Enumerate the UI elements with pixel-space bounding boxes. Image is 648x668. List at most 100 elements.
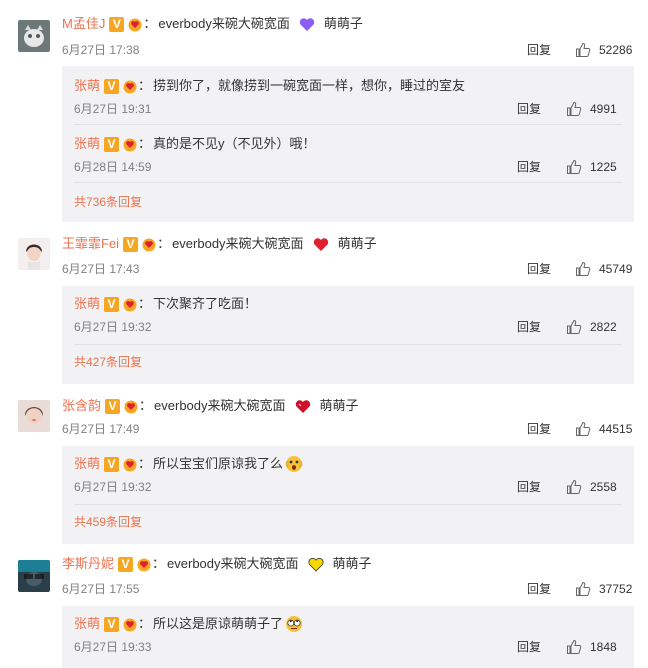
username-link[interactable]: 张含韵	[62, 396, 101, 416]
comment-text-line: 张含韵 V ： everbody来碗大碗宽面 萌萌子	[62, 396, 359, 416]
username-link[interactable]: 张萌	[74, 294, 100, 314]
reply-button[interactable]: 回复	[517, 158, 541, 176]
reply-text-line: 张萌 V ： 所以宝宝们原谅我了么	[74, 454, 303, 474]
reply-button[interactable]: 回复	[517, 100, 541, 118]
reply-content: 所以宝宝们原谅我了么	[153, 456, 284, 471]
comment-text-line: M孟佳J V ： everbody来碗大碗宽面 萌萌子	[62, 14, 363, 34]
more-replies-link[interactable]: 共459条回复	[74, 512, 142, 532]
reply-text-line: 张萌 V ： 捞到你了，就像捞到一碗宽面一样，想你，睡过的室友	[74, 76, 465, 96]
username-link[interactable]: 张萌	[74, 614, 100, 634]
like-button[interactable]: 37752	[575, 580, 632, 598]
reply-list: 张萌 V ： 所以这是原谅萌萌子了 6月27日 19:33 回复 1848	[62, 606, 634, 668]
like-button[interactable]: 2558	[566, 478, 617, 496]
colon: ：	[138, 296, 152, 311]
thumb-up-icon	[567, 159, 582, 174]
reply-content: 真的是不见y（不见外）哦！	[153, 136, 316, 151]
reply-content: 所以这是原谅萌萌子了	[153, 616, 284, 631]
like-count: 37752	[599, 582, 633, 596]
like-count: 45749	[599, 262, 633, 276]
reply-button[interactable]: 回复	[517, 638, 541, 656]
vip-badge-icon: V	[123, 236, 139, 252]
reply-text-line: 张萌 V ： 所以这是原谅萌萌子了	[74, 614, 303, 634]
comment-time: 6月27日 17:55	[62, 582, 140, 596]
reply-list: 张萌 V ： 所以宝宝们原谅我了么 6月27日 19:32 回复 2558 共4…	[62, 446, 634, 544]
reply-button[interactable]: 回复	[527, 420, 551, 438]
username-link[interactable]: 王霏霏Fei	[62, 234, 119, 254]
reply-time: 6月27日 19:32	[74, 480, 152, 494]
comment-text-line: 李斯丹妮 V ： everbody来碗大碗宽面 萌萌子	[62, 554, 372, 574]
username-link[interactable]: 张萌	[74, 76, 100, 96]
shocked-face-emoji-icon	[285, 456, 303, 472]
comment-text-line: 王霏霏Fei V ： everbody来碗大碗宽面 萌萌子	[62, 234, 377, 254]
reply-button[interactable]: 回复	[527, 580, 551, 598]
like-count: 2822	[590, 320, 617, 334]
heart-label: 萌萌子	[332, 556, 372, 571]
like-button[interactable]: 1848	[566, 638, 617, 656]
fan-badge-icon	[123, 458, 137, 471]
thumb-up-icon	[567, 101, 582, 116]
heart-label: 萌萌子	[323, 16, 363, 31]
avatar[interactable]	[18, 238, 50, 270]
vip-badge-icon: V	[104, 616, 120, 632]
avatar[interactable]	[18, 400, 50, 432]
fan-badge-icon	[137, 558, 151, 571]
comment-content: everbody来碗大碗宽面	[167, 556, 299, 571]
reply-list: 张萌 V ： 下次聚齐了吃面！ 6月27日 19:32 回复 2822 共427…	[62, 286, 634, 384]
comment-time: 6月27日 17:43	[62, 262, 140, 276]
vip-badge-icon: V	[104, 78, 120, 94]
heart-icon	[299, 17, 315, 31]
reply-time: 6月27日 19:33	[74, 640, 152, 654]
like-count: 52286	[599, 43, 633, 57]
avatar[interactable]	[18, 20, 50, 52]
more-replies-link[interactable]: 共736条回复	[74, 192, 142, 212]
fan-badge-icon	[123, 138, 137, 151]
username-link[interactable]: 李斯丹妮	[62, 554, 114, 574]
like-button[interactable]: 2822	[566, 318, 617, 336]
like-button[interactable]: 1225	[566, 158, 617, 176]
reply-list: 张萌 V ： 捞到你了，就像捞到一碗宽面一样，想你，睡过的室友 6月27日 19…	[62, 66, 634, 222]
colon: ：	[138, 136, 152, 151]
fan-badge-icon	[123, 298, 137, 311]
vip-badge-icon: V	[104, 296, 120, 312]
reply-text-line: 张萌 V ： 下次聚齐了吃面！	[74, 294, 257, 314]
like-count: 4991	[590, 102, 617, 116]
colon: ：	[138, 78, 152, 93]
like-count: 1848	[590, 640, 617, 654]
username-link[interactable]: 张萌	[74, 134, 100, 154]
like-button[interactable]: 52286	[575, 41, 632, 59]
fan-badge-icon	[128, 18, 142, 31]
comment-content: everbody来碗大碗宽面	[158, 16, 290, 31]
comment-content: everbody来碗大碗宽面	[154, 398, 286, 413]
thumb-up-icon	[576, 261, 591, 276]
like-button[interactable]: 45749	[575, 260, 632, 278]
reply-content: 下次聚齐了吃面！	[153, 296, 258, 311]
reply-button[interactable]: 回复	[527, 41, 551, 59]
username-link[interactable]: M孟佳J	[62, 14, 105, 34]
rolling-eyes-emoji-icon	[286, 616, 303, 632]
like-button[interactable]: 4991	[566, 100, 617, 118]
vip-badge-icon: V	[105, 398, 121, 414]
like-button[interactable]: 44515	[575, 420, 632, 438]
heart-label: 萌萌子	[319, 398, 359, 413]
divider	[74, 182, 622, 183]
username-link[interactable]: 张萌	[74, 454, 100, 474]
colon: ：	[143, 16, 157, 31]
reply-button[interactable]: 回复	[527, 260, 551, 278]
comment-time: 6月27日 17:49	[62, 422, 140, 436]
reply-content: 捞到你了，就像捞到一碗宽面一样，想你，睡过的室友	[153, 78, 466, 93]
heart-label: 萌萌子	[337, 236, 377, 251]
reply-time: 6月27日 19:31	[74, 102, 152, 116]
heart-icon	[307, 557, 324, 572]
heart-icon	[295, 399, 310, 413]
colon: ：	[138, 616, 152, 631]
vip-badge-icon: V	[104, 136, 120, 152]
reply-button[interactable]: 回复	[517, 478, 541, 496]
fan-badge-icon	[123, 618, 137, 631]
fan-badge-icon	[142, 238, 156, 251]
reply-button[interactable]: 回复	[517, 318, 541, 336]
avatar[interactable]	[18, 560, 50, 592]
thumb-up-icon	[567, 319, 582, 334]
like-count: 44515	[599, 422, 633, 436]
more-replies-link[interactable]: 共427条回复	[74, 352, 142, 372]
colon: ：	[138, 456, 152, 471]
